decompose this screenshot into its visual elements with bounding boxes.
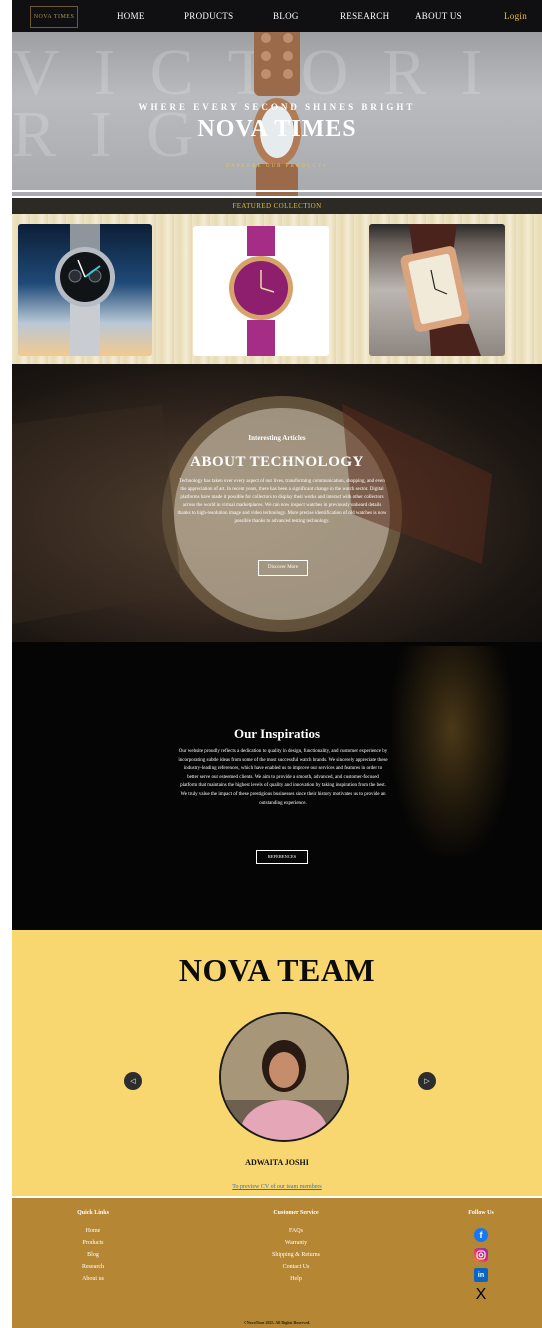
rectangular-watch-image bbox=[400, 224, 481, 356]
footer-link-shipping-returns[interactable]: Shipping & Returns bbox=[246, 1252, 346, 1258]
nav-research[interactable]: RESEARCH bbox=[340, 11, 389, 21]
team-member-photo bbox=[219, 1012, 349, 1142]
logo-text: NOVA TIMES bbox=[33, 14, 75, 20]
inspiration-section: Our Inspiratios Our website proudly refl… bbox=[12, 642, 542, 930]
tech-subtitle: Interesting Articles bbox=[248, 434, 306, 442]
explore-products-link[interactable]: EXPLORE OUR PRODUCTS bbox=[12, 164, 542, 169]
inspiration-description: Our website proudly reflects a dedicatio… bbox=[178, 749, 388, 806]
customer-service-title: Customer Service bbox=[273, 1210, 319, 1216]
facebook-icon[interactable]: f bbox=[474, 1228, 488, 1242]
hero-banner: VICTORI RIG WHERE EVERY SECOND SHINES BR… bbox=[12, 32, 542, 196]
references-button[interactable]: REFERENCES bbox=[256, 850, 308, 864]
hero-divider bbox=[12, 190, 542, 192]
featured-collection bbox=[12, 214, 542, 364]
footer-link-contact-us[interactable]: Contact Us bbox=[246, 1264, 346, 1270]
follow-us-title: Follow Us bbox=[468, 1210, 494, 1216]
tech-title: ABOUT TECHNOLOGY bbox=[190, 454, 364, 470]
about-technology-section: Interesting Articles ABOUT TECHNOLOGY Te… bbox=[12, 364, 542, 642]
team-section: NOVA TEAM ◁ ▷ ADWAITA JOSHI To preview C… bbox=[12, 930, 542, 1196]
inspiration-glow bbox=[392, 646, 512, 856]
copyright-text: ©NovaTime 2025. All Rights Reserved. bbox=[243, 1320, 311, 1325]
footer-link-home[interactable]: Home bbox=[58, 1228, 128, 1234]
login-link[interactable]: Login bbox=[504, 11, 527, 21]
linkedin-icon[interactable]: in bbox=[474, 1268, 488, 1282]
top-navigation: NOVA TIMES HOME PRODUCTS BLOG RESEARCH A… bbox=[12, 0, 542, 32]
featured-collection-header: FEATURED COLLECTION bbox=[12, 198, 542, 214]
hero-tagline: WHERE EVERY SECOND SHINES BRIGHT bbox=[138, 102, 416, 112]
nav-home[interactable]: HOME bbox=[117, 11, 145, 21]
hero-title: NOVA TIMES bbox=[197, 116, 357, 142]
nav-about-us[interactable]: ABOUT US bbox=[415, 11, 462, 21]
tech-description: Technology has taken over every aspect o… bbox=[177, 479, 387, 524]
footer-link-research[interactable]: Research bbox=[58, 1264, 128, 1270]
team-member-portrait bbox=[221, 1014, 347, 1140]
team-title: NOVA TEAM bbox=[178, 952, 376, 988]
instagram-icon[interactable] bbox=[474, 1248, 488, 1262]
chronograph-watch-image bbox=[55, 224, 115, 356]
nav-blog[interactable]: BLOG bbox=[273, 11, 299, 21]
x-icon[interactable]: X bbox=[474, 1286, 488, 1303]
next-member-button[interactable]: ▷ bbox=[418, 1072, 436, 1090]
page: NOVA TIMES HOME PRODUCTS BLOG RESEARCH A… bbox=[12, 0, 542, 1328]
product-card-purple-watch[interactable] bbox=[193, 226, 329, 356]
inspiration-title: Our Inspiratios bbox=[233, 726, 321, 741]
footer-link-warranty[interactable]: Warranty bbox=[246, 1240, 346, 1246]
footer-link-help[interactable]: Help bbox=[246, 1276, 346, 1282]
footer: Quick Links Home Products Blog Research … bbox=[12, 1198, 542, 1328]
hero-watch-image bbox=[253, 32, 301, 196]
footer-link-blog[interactable]: Blog bbox=[58, 1252, 128, 1258]
footer-link-faqs[interactable]: FAQs bbox=[246, 1228, 346, 1234]
discover-more-button[interactable]: Discover More bbox=[258, 560, 308, 576]
logo[interactable]: NOVA TIMES bbox=[30, 6, 78, 28]
quick-links-title: Quick Links bbox=[77, 1210, 109, 1216]
prev-member-button[interactable]: ◁ bbox=[124, 1072, 142, 1090]
nav-products[interactable]: PRODUCTS bbox=[184, 11, 233, 21]
footer-link-about-us[interactable]: About us bbox=[58, 1276, 128, 1282]
team-cv-link[interactable]: To preview CV of our team members bbox=[12, 1184, 542, 1190]
purple-watch-image bbox=[229, 226, 293, 356]
product-card-chronograph[interactable] bbox=[18, 224, 152, 356]
footer-link-products[interactable]: Products bbox=[58, 1240, 128, 1246]
team-member-name: ADWAITA JOSHI bbox=[245, 1158, 309, 1167]
product-card-rectangular-watch[interactable] bbox=[369, 224, 505, 356]
